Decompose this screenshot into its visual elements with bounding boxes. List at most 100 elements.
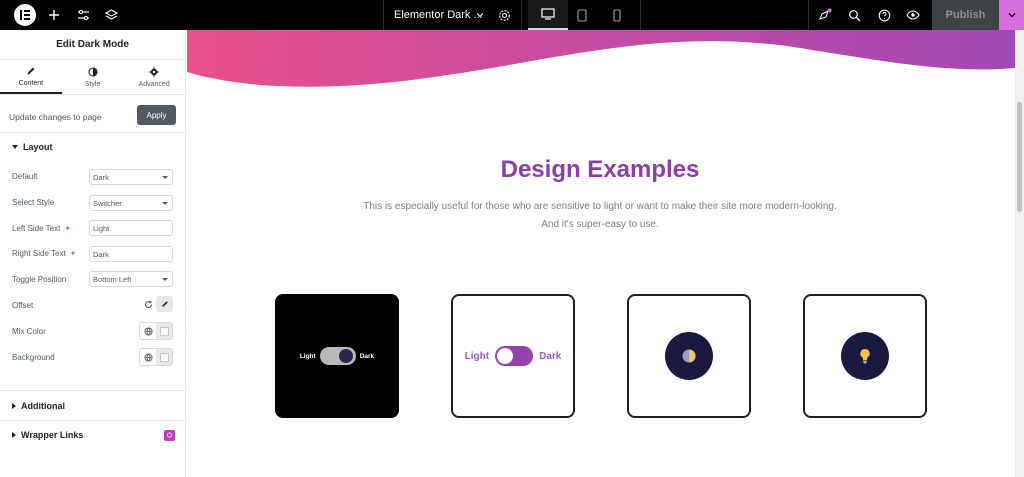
right-side-text-label: Right Side Text ✦ bbox=[12, 249, 76, 258]
divider bbox=[0, 390, 186, 391]
caret-right-icon bbox=[12, 432, 16, 438]
tab-style-label: Style bbox=[84, 80, 101, 88]
switcher-left-text: Light bbox=[299, 352, 316, 360]
add-icon[interactable] bbox=[46, 7, 62, 23]
left-side-text-input[interactable]: Light bbox=[89, 220, 173, 236]
caret-down-icon bbox=[12, 145, 18, 149]
tab-advanced-label: Advanced bbox=[138, 80, 170, 88]
pencil-icon bbox=[27, 67, 35, 74]
editor-panel: Edit Dark Mode Content Style Advanced Up… bbox=[0, 30, 186, 477]
tablet-icon bbox=[577, 8, 587, 22]
separator bbox=[640, 0, 641, 30]
pencil-icon bbox=[161, 301, 168, 307]
additional-section-toggle[interactable]: Additional bbox=[12, 401, 65, 411]
tab-advanced[interactable]: Advanced bbox=[123, 60, 185, 94]
elementor-logo-icon[interactable] bbox=[14, 4, 36, 26]
section-description-line-1: This is especially useful for those who … bbox=[363, 201, 837, 212]
publish-button[interactable]: Publish bbox=[932, 0, 999, 30]
help-icon[interactable] bbox=[876, 7, 892, 23]
example-card-light-switcher[interactable]: Light Dark bbox=[451, 294, 575, 418]
page-settings-icon[interactable] bbox=[496, 7, 512, 23]
color-swatch bbox=[159, 326, 169, 336]
left-side-text-value: Light bbox=[93, 223, 110, 233]
notifications-icon[interactable] bbox=[817, 7, 833, 23]
update-changes-text: Update changes to page bbox=[9, 112, 102, 122]
preview-canvas: Design Examples This is especially usefu… bbox=[187, 30, 1015, 477]
lightbulb-icon bbox=[841, 332, 889, 380]
layout-section-title: Layout bbox=[23, 142, 53, 152]
global-colors-icon[interactable] bbox=[140, 323, 156, 339]
tab-content-label: Content bbox=[18, 79, 44, 87]
example-card-contrast-icon[interactable] bbox=[627, 294, 751, 418]
search-icon[interactable] bbox=[846, 7, 862, 23]
dropdown-arrow-icon bbox=[162, 202, 168, 205]
chevron-down-icon[interactable] bbox=[472, 7, 488, 23]
tab-style[interactable]: Style bbox=[62, 60, 124, 94]
half-moon-contrast-icon bbox=[665, 332, 713, 380]
document-title[interactable]: Elementor Dark ... bbox=[394, 9, 483, 21]
separator bbox=[808, 0, 809, 30]
header-wave-shape bbox=[187, 30, 1015, 87]
panel-tabs: Content Style Advanced bbox=[0, 60, 185, 95]
canvas-scrollbar[interactable] bbox=[1015, 30, 1024, 477]
default-select-value: Dark bbox=[93, 172, 109, 182]
toggle-switch bbox=[495, 346, 534, 366]
layout-section-toggle[interactable]: Layout bbox=[12, 142, 53, 152]
mobile-device-button[interactable] bbox=[597, 0, 637, 30]
offset-label: Offset bbox=[12, 301, 34, 310]
toggle-position-select[interactable]: Bottom Left bbox=[89, 271, 173, 287]
layers-icon[interactable] bbox=[103, 7, 119, 23]
mix-color-swatch[interactable] bbox=[156, 323, 172, 339]
tab-content[interactable]: Content bbox=[0, 60, 62, 94]
right-side-text-label-text: Right Side Text bbox=[12, 249, 66, 258]
apply-button[interactable]: Apply bbox=[137, 105, 176, 125]
divider bbox=[0, 420, 186, 421]
moon-icon bbox=[338, 349, 353, 363]
right-side-text-input[interactable]: Dark bbox=[89, 246, 173, 262]
select-style-select[interactable]: Switcher bbox=[89, 195, 173, 211]
ai-sparkle-icon[interactable]: ✦ bbox=[64, 224, 71, 233]
dropdown-arrow-icon bbox=[162, 176, 168, 179]
select-style-label: Select Style bbox=[12, 198, 55, 207]
switcher-left-text: Light bbox=[464, 350, 490, 362]
reset-icon[interactable] bbox=[143, 298, 153, 310]
preview-icon[interactable] bbox=[905, 7, 921, 23]
scrollbar-thumb[interactable] bbox=[1017, 102, 1022, 212]
global-colors-icon[interactable] bbox=[140, 349, 156, 365]
contrast-icon bbox=[87, 66, 98, 77]
toggle-switch bbox=[319, 347, 356, 365]
background-label: Background bbox=[12, 353, 55, 362]
caret-right-icon bbox=[12, 403, 16, 409]
sliders-icon[interactable] bbox=[75, 7, 91, 23]
dropdown-arrow-icon bbox=[162, 278, 168, 281]
left-side-text-label: Left Side Text ✦ bbox=[12, 224, 71, 233]
separator bbox=[383, 0, 384, 30]
default-select[interactable]: Dark bbox=[89, 169, 173, 185]
default-label: Default bbox=[12, 172, 38, 181]
light-switcher: Light Dark bbox=[464, 346, 562, 366]
section-heading: Design Examples bbox=[500, 156, 700, 183]
toggle-position-label: Toggle Position bbox=[12, 275, 67, 284]
tablet-device-button[interactable] bbox=[562, 0, 602, 30]
toggle-position-value: Bottom Left bbox=[93, 274, 132, 284]
panel-title: Edit Dark Mode bbox=[0, 30, 185, 60]
example-card-lightbulb-icon[interactable] bbox=[803, 294, 927, 418]
offset-edit-button[interactable] bbox=[156, 296, 173, 312]
toggle-knob bbox=[497, 348, 514, 364]
mix-color-control bbox=[139, 322, 173, 340]
dark-switcher: Light Dark bbox=[300, 347, 374, 365]
switcher-right-text: Dark bbox=[539, 350, 562, 362]
chevron-down-icon bbox=[1008, 13, 1015, 18]
mobile-icon bbox=[613, 8, 621, 22]
update-changes-row: Update changes to page Apply bbox=[0, 104, 186, 130]
desktop-icon bbox=[541, 8, 555, 20]
example-card-dark-switcher[interactable]: Light Dark bbox=[275, 294, 399, 418]
switcher-right-text: Dark bbox=[359, 352, 375, 360]
right-side-text-value: Dark bbox=[93, 249, 109, 259]
wrapper-links-section-toggle[interactable]: Wrapper Links bbox=[12, 430, 83, 440]
ai-sparkle-icon[interactable]: ✦ bbox=[70, 249, 77, 258]
top-bar: Elementor Dark ... Publish bbox=[0, 0, 1024, 30]
additional-section-title: Additional bbox=[21, 401, 65, 411]
background-color-swatch[interactable] bbox=[156, 349, 172, 365]
publish-options-button[interactable] bbox=[999, 0, 1024, 30]
